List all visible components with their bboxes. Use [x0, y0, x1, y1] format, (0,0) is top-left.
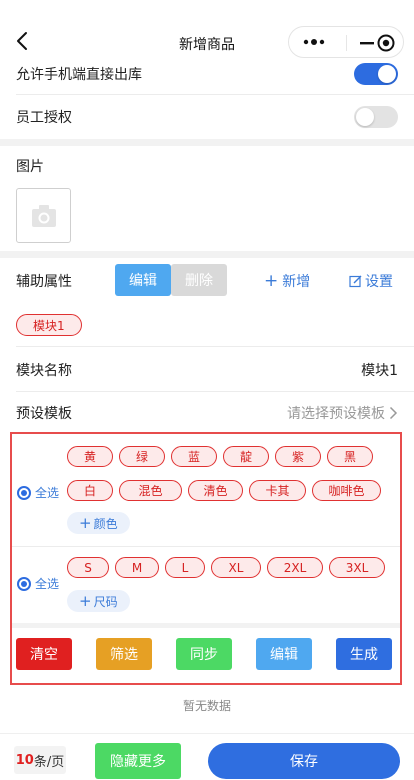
aux-settings-label: 设置: [365, 274, 393, 290]
divider: [12, 546, 400, 547]
staff-auth-label: 员工授权: [16, 110, 72, 126]
divider: [16, 346, 414, 347]
add-color-button[interactable]: + 颜色: [67, 512, 130, 534]
plus-icon: +: [79, 513, 92, 532]
camera-icon: [32, 205, 56, 227]
size-chip[interactable]: L: [165, 557, 205, 578]
add-size-button[interactable]: + 尺码: [67, 590, 130, 612]
section-gap: [0, 251, 414, 258]
sizes-select-all-radio[interactable]: [17, 576, 31, 591]
colors-row-2: 白 混色 清色 卡其 咖啡色: [67, 480, 381, 501]
divider: [16, 94, 414, 95]
clear-button[interactable]: 清空: [16, 638, 72, 670]
sizes-row: S M L XL 2XL 3XL: [67, 557, 385, 578]
add-size-label: 尺码: [93, 594, 118, 609]
image-label: 图片: [16, 159, 44, 175]
preset-template-placeholder: 请选择预设模板: [287, 406, 385, 422]
sync-button[interactable]: 同步: [176, 638, 232, 670]
generate-button[interactable]: 生成: [336, 638, 392, 670]
mini-program-capsule: [288, 26, 404, 58]
per-page-select[interactable]: 10 条/页: [14, 746, 66, 774]
hide-more-button[interactable]: 隐藏更多: [95, 743, 181, 779]
allow-mobile-outbound-row: 允许手机端直接出库: [16, 60, 398, 88]
edit-pen-icon: [349, 275, 362, 287]
plus-icon: +: [79, 591, 92, 610]
nav-header: 新增商品: [0, 0, 414, 60]
module-name-value[interactable]: 模块1: [361, 360, 398, 380]
color-chip[interactable]: 紫: [275, 446, 321, 467]
aux-attrs-row: 辅助属性 编辑 删除 + 新增 设置: [16, 264, 398, 296]
color-chip[interactable]: 蓝: [171, 446, 217, 467]
allow-mobile-outbound-label: 允许手机端直接出库: [16, 67, 142, 83]
sizes-select-all-label: 全选: [35, 577, 60, 591]
save-button[interactable]: 保存: [208, 743, 400, 779]
color-chip[interactable]: 卡其: [249, 480, 306, 501]
add-color-label: 颜色: [93, 516, 118, 531]
empty-state-text: 暂无数据: [182, 699, 231, 713]
aux-settings-link[interactable]: 设置: [349, 271, 393, 291]
aux-add-label: 新增: [282, 274, 311, 290]
staff-auth-switch[interactable]: [354, 106, 398, 128]
aux-edit-button[interactable]: 编辑: [115, 264, 171, 296]
module-name-label: 模块名称: [16, 363, 72, 379]
switch-knob: [378, 65, 396, 83]
colors-select-all-radio[interactable]: [17, 485, 31, 500]
plus-icon: +: [264, 270, 279, 291]
color-chip[interactable]: 混色: [119, 480, 182, 501]
module-tag[interactable]: 模块1: [16, 314, 82, 336]
aux-attrs-label: 辅助属性: [16, 274, 72, 290]
size-chip[interactable]: M: [115, 557, 159, 578]
filter-button[interactable]: 筛选: [96, 638, 152, 670]
per-page-number: 10: [15, 752, 34, 768]
allow-mobile-outbound-switch[interactable]: [354, 63, 398, 85]
section-gap: [0, 139, 414, 146]
switch-knob: [356, 108, 374, 126]
color-chip[interactable]: 黄: [67, 446, 113, 467]
staff-auth-row: 员工授权: [16, 104, 398, 130]
color-chip[interactable]: 黑: [327, 446, 373, 467]
preset-template-label: 预设模板: [16, 406, 72, 422]
color-chip[interactable]: 靛: [223, 446, 269, 467]
preset-template-row[interactable]: 预设模板 请选择预设模板: [16, 402, 398, 424]
minimize-icon[interactable]: [359, 35, 375, 51]
size-chip[interactable]: 3XL: [329, 557, 385, 578]
colors-select-all-label: 全选: [35, 486, 60, 500]
sizes-select-all[interactable]: 全选: [17, 575, 59, 592]
section-gap: [12, 623, 400, 628]
image-upload-button[interactable]: [16, 188, 71, 243]
more-dots-icon[interactable]: [303, 35, 325, 49]
colors-row-1: 黄 绿 蓝 靛 紫 黑: [67, 446, 373, 467]
colors-select-all[interactable]: 全选: [17, 484, 59, 501]
per-page-unit: 条/页: [33, 754, 65, 770]
size-chip[interactable]: XL: [211, 557, 261, 578]
color-chip[interactable]: 绿: [119, 446, 165, 467]
color-chip[interactable]: 清色: [188, 480, 243, 501]
aux-delete-button[interactable]: 删除: [171, 264, 227, 296]
image-row: 图片: [16, 156, 398, 176]
size-chip[interactable]: S: [67, 557, 109, 578]
module-name-row: 模块名称 模块1: [16, 359, 398, 381]
bottom-bar: 10 条/页 隐藏更多 保存: [0, 733, 414, 780]
size-chip[interactable]: 2XL: [267, 557, 323, 578]
divider: [16, 391, 414, 392]
aux-add-link[interactable]: + 新增: [264, 271, 310, 291]
close-target-icon[interactable]: [377, 34, 395, 52]
capsule-separator: [346, 35, 347, 51]
color-chip[interactable]: 咖啡色: [312, 480, 381, 501]
color-chip[interactable]: 白: [67, 480, 113, 501]
edit-spec-button[interactable]: 编辑: [256, 638, 312, 670]
preset-template-select[interactable]: 请选择预设模板: [287, 403, 398, 423]
chevron-right-icon: [389, 406, 398, 420]
